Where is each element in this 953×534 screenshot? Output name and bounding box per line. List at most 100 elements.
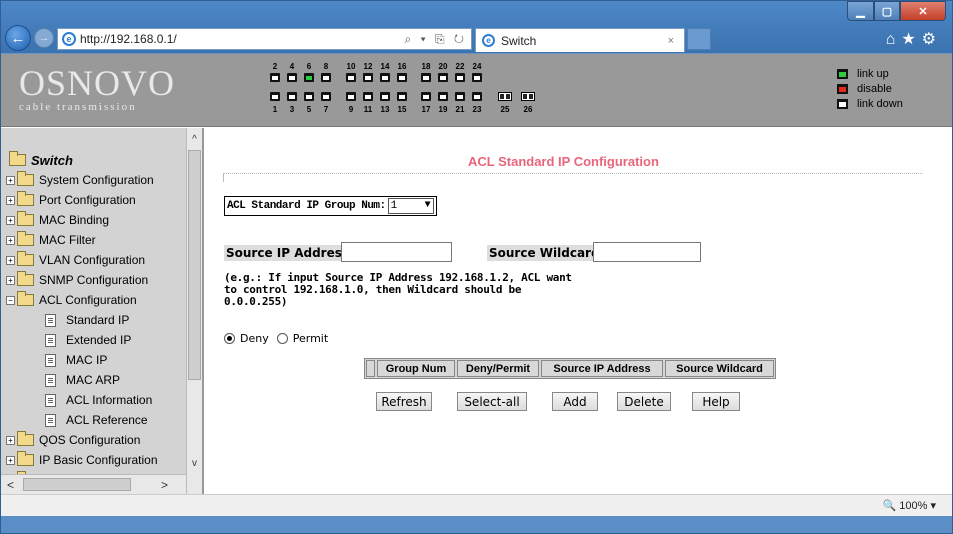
- legend-label: link up: [857, 67, 889, 80]
- sidebar-item[interactable]: + VLAN Configuration: [1, 250, 187, 270]
- sidebar-item[interactable]: − ACL Configuration: [1, 290, 187, 310]
- document-icon: [45, 413, 56, 427]
- forward-button[interactable]: →: [34, 28, 54, 48]
- favorites-star-icon[interactable]: ★: [901, 31, 921, 48]
- sidebar-item[interactable]: + IP Basic Configuration: [1, 450, 187, 470]
- port-icon: [438, 92, 448, 101]
- legend-label: disable: [857, 82, 892, 95]
- expand-icon[interactable]: +: [6, 235, 15, 245]
- sidebar-item[interactable]: + Port Configuration: [1, 190, 187, 210]
- scroll-left-icon[interactable]: <: [7, 478, 14, 492]
- sidebar-item[interactable]: + System Configuration: [1, 170, 187, 190]
- browser-titlebar: ▁ ▢ ✕ ← → e http://192.168.0.1/ ⌕ ▾ ⎘ ↻ …: [1, 1, 952, 53]
- port-icon: [472, 92, 482, 101]
- help-button[interactable]: Help: [692, 392, 740, 411]
- sidebar-subitem-label: MAC ARP: [66, 373, 121, 387]
- sidebar-vertical-scrollbar[interactable]: ^ v: [186, 128, 202, 494]
- scroll-thumb-horizontal[interactable]: [23, 478, 131, 491]
- refresh-button[interactable]: Refresh: [376, 392, 432, 411]
- expand-icon[interactable]: +: [6, 195, 15, 205]
- sidebar-subitem[interactable]: Extended IP: [1, 330, 187, 350]
- source-wildcard-input[interactable]: [593, 242, 701, 262]
- back-button[interactable]: ←: [5, 25, 31, 51]
- sidebar-item-label: SNMP Configuration: [39, 273, 149, 287]
- sidebar-item[interactable]: + QOS Configuration: [1, 430, 187, 450]
- document-icon: [45, 313, 56, 327]
- new-tab-button[interactable]: [687, 28, 711, 50]
- address-controls[interactable]: ⌕ ▾ ⎘ ↻: [405, 32, 467, 47]
- port-number: 21: [455, 105, 465, 114]
- sidebar-subitem[interactable]: Standard IP: [1, 310, 187, 330]
- port-number: 11: [363, 105, 373, 114]
- minimize-button[interactable]: ▁: [847, 1, 874, 21]
- chevron-down-icon: ▼: [424, 200, 431, 211]
- port-number: 4: [289, 62, 295, 71]
- sidebar-horizontal-scrollbar[interactable]: < >: [1, 474, 186, 494]
- port-number: 8: [323, 62, 329, 71]
- port-icon: [270, 92, 280, 101]
- select-all-button[interactable]: Select-all: [457, 392, 527, 411]
- port-number: 17: [421, 105, 431, 114]
- port-number: 22: [455, 62, 465, 71]
- port-icon: [421, 73, 431, 82]
- browser-tab[interactable]: e Switch ×: [475, 28, 685, 52]
- close-button[interactable]: ✕: [900, 1, 946, 21]
- scroll-right-icon[interactable]: >: [161, 478, 168, 492]
- sidebar-subitem[interactable]: MAC IP: [1, 350, 187, 370]
- group-num-select[interactable]: 1 ▼: [387, 198, 434, 214]
- expand-icon[interactable]: +: [6, 175, 15, 185]
- tree-root[interactable]: Switch: [1, 150, 187, 170]
- group-num-value: 1: [390, 200, 398, 212]
- expand-icon[interactable]: +: [6, 215, 15, 225]
- source-ip-label: Source IP Address: [224, 245, 352, 261]
- folder-icon: [17, 191, 34, 206]
- folder-open-icon: [9, 151, 26, 166]
- sidebar-subitem[interactable]: ACL Reference: [1, 410, 187, 430]
- expand-icon[interactable]: +: [6, 455, 15, 465]
- port-number: 10: [346, 62, 356, 71]
- add-button[interactable]: Add: [552, 392, 598, 411]
- legend-item: disable: [837, 81, 903, 96]
- folder-icon: [17, 291, 34, 306]
- port-number: 13: [380, 105, 390, 114]
- deny-label: Deny: [240, 332, 269, 345]
- scroll-up-icon[interactable]: ^: [187, 134, 202, 150]
- port-number: 3: [289, 105, 295, 114]
- expand-icon[interactable]: +: [6, 275, 15, 285]
- address-bar[interactable]: e http://192.168.0.1/ ⌕ ▾ ⎘ ↻: [57, 28, 472, 50]
- sidebar-item[interactable]: + SNMP Configuration: [1, 270, 187, 290]
- sidebar-item-label: ACL Configuration: [39, 293, 137, 307]
- sidebar-item[interactable]: + MAC Binding: [1, 210, 187, 230]
- port-icon: [421, 92, 431, 101]
- sidebar-item[interactable]: + MAC Filter: [1, 230, 187, 250]
- port-legend: link up disable link down: [837, 66, 903, 111]
- acl-table-header: Group Num Deny/Permit Source IP Address …: [364, 358, 776, 379]
- sidebar-subitem[interactable]: MAC ARP: [1, 370, 187, 390]
- port-number: 19: [438, 105, 448, 114]
- document-icon: [45, 393, 56, 407]
- home-icon[interactable]: ⌂: [886, 31, 902, 48]
- port-icon: [304, 73, 314, 82]
- expand-icon[interactable]: +: [6, 255, 15, 265]
- tree-root-label: Switch: [31, 152, 73, 168]
- browser-toolbar-icons: ⌂★⚙: [886, 29, 942, 49]
- sidebar-subitem[interactable]: ACL Information: [1, 390, 187, 410]
- port-number: 1: [272, 105, 278, 114]
- address-url[interactable]: http://192.168.0.1/: [80, 32, 177, 46]
- tab-close-icon[interactable]: ×: [668, 35, 674, 47]
- expand-icon[interactable]: +: [6, 435, 15, 445]
- source-ip-input[interactable]: [341, 242, 452, 262]
- legend-item: link up: [837, 66, 903, 81]
- ie-tab-icon: e: [482, 34, 495, 47]
- title-divider-tick: [223, 174, 224, 182]
- collapse-icon[interactable]: −: [6, 295, 15, 305]
- settings-gear-icon[interactable]: ⚙: [922, 31, 942, 48]
- status-bar: 🔍 100% ▾: [1, 494, 952, 516]
- maximize-button[interactable]: ▢: [874, 1, 900, 21]
- scroll-thumb[interactable]: [188, 150, 201, 380]
- scroll-down-icon[interactable]: v: [187, 458, 202, 474]
- zoom-control[interactable]: 🔍 100% ▾: [883, 499, 937, 512]
- permit-radio[interactable]: [276, 333, 288, 344]
- deny-radio[interactable]: [224, 333, 235, 344]
- delete-button[interactable]: Delete: [617, 392, 671, 411]
